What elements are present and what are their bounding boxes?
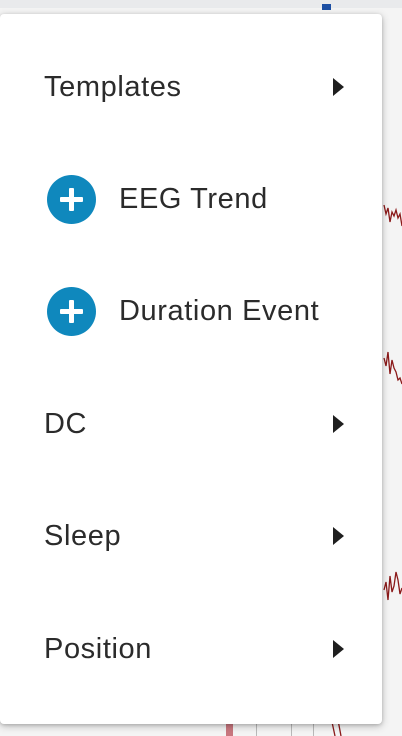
chevron-right-icon	[333, 527, 344, 545]
menu-item-label: EEG Trend	[119, 182, 268, 215]
menu-item-position[interactable]: Position	[0, 593, 382, 705]
menu-item-label: DC	[44, 407, 88, 440]
chevron-right-icon	[333, 415, 344, 433]
screen: Templates EEG Trend Duration Event DC Sl…	[0, 0, 402, 736]
menu-item-label: Sleep	[44, 519, 122, 552]
menu-item-sleep[interactable]: Sleep	[0, 480, 382, 592]
menu-item-templates[interactable]: Templates	[0, 31, 382, 143]
menu-item-label: Templates	[44, 70, 182, 103]
menu-item-eeg-trend[interactable]: EEG Trend	[0, 143, 382, 255]
chevron-right-icon	[333, 78, 344, 96]
plus-circle-icon	[47, 286, 96, 336]
menu-item-label: Position	[44, 632, 152, 665]
menu-item-dc[interactable]: DC	[0, 368, 382, 480]
chevron-right-icon	[333, 640, 344, 658]
plus-circle-icon	[47, 174, 96, 224]
menu-item-duration-event[interactable]: Duration Event	[0, 255, 382, 367]
context-menu: Templates EEG Trend Duration Event DC Sl…	[0, 14, 382, 724]
menu-item-label: Duration Event	[119, 294, 320, 327]
